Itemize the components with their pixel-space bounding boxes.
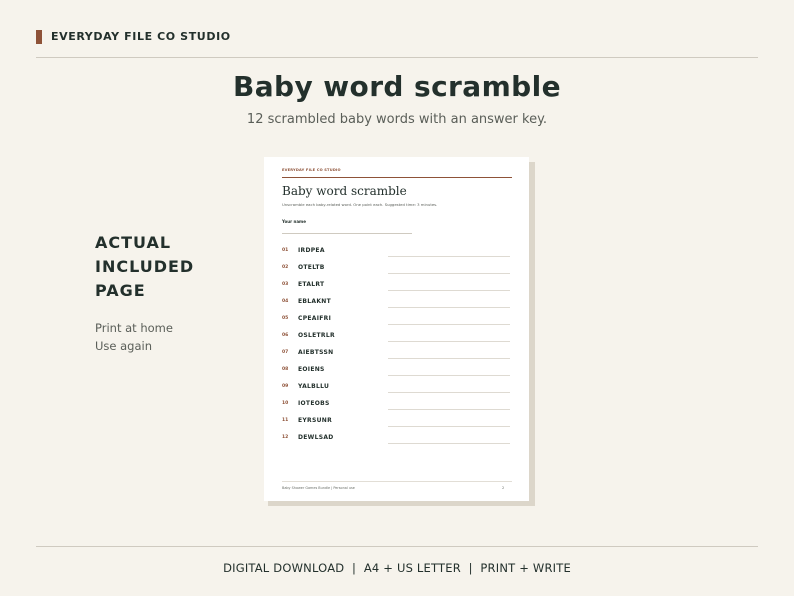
scrambled-word: AIEBTSSN (298, 349, 334, 356)
item-number: 01 (282, 248, 289, 253)
sheet-name-line (282, 233, 412, 234)
sheet-title: Baby word scramble (282, 184, 407, 198)
footer-divider (36, 546, 758, 547)
sheet-instructions: Unscramble each baby-related word. One p… (282, 202, 438, 207)
scrambled-word: DEWLSAD (298, 434, 334, 441)
answer-line (388, 375, 510, 376)
scrambled-word: OTELTB (298, 264, 325, 271)
answer-line (388, 307, 510, 308)
sheet-name-label: Your name (282, 219, 306, 224)
side-note: Print at home (95, 321, 173, 335)
scrambled-word: YALBLLU (298, 383, 330, 390)
brand-accent-bar (36, 30, 42, 44)
answer-line (388, 409, 510, 410)
side-heading-line: PAGE (95, 281, 146, 300)
scrambled-word: IRDPEA (298, 247, 325, 254)
answer-line (388, 426, 510, 427)
scramble-row: 05 CPEAIFRI (264, 314, 529, 331)
scramble-row: 01 IRDPEA (264, 246, 529, 263)
side-heading-line: INCLUDED (95, 257, 195, 276)
answer-line (388, 324, 510, 325)
item-number: 08 (282, 367, 289, 372)
format-footer: DIGITAL DOWNLOAD | A4 + US LETTER | PRIN… (223, 561, 571, 575)
scrambled-word: EYRSUNR (298, 417, 332, 424)
item-number: 10 (282, 401, 289, 406)
side-note: Use again (95, 339, 153, 353)
brand-name: EVERYDAY FILE CO STUDIO (51, 30, 231, 43)
item-number: 11 (282, 418, 289, 423)
scramble-row: 08 EOIENS (264, 365, 529, 382)
scrambled-word: OSLETRLR (298, 332, 335, 339)
answer-line (388, 392, 510, 393)
scramble-row: 06 OSLETRLR (264, 331, 529, 348)
sheet-footer: Baby Shower Games Bundle | Personal use (282, 486, 355, 490)
scrambled-word: EBLAKNT (298, 298, 332, 305)
scrambled-word: IOTEOBS (298, 400, 330, 407)
side-heading: ACTUAL INCLUDED PAGE (95, 231, 235, 303)
answer-line (388, 358, 510, 359)
scramble-row: 10 IOTEOBS (264, 399, 529, 416)
item-number: 07 (282, 350, 289, 355)
side-heading-line: ACTUAL (95, 233, 172, 252)
item-number: 04 (282, 299, 289, 304)
answer-line (388, 290, 510, 291)
sheet-brand: EVERYDAY FILE CO STUDIO (282, 168, 341, 172)
worksheet-preview: EVERYDAY FILE CO STUDIO Baby word scramb… (264, 157, 529, 501)
item-number: 09 (282, 384, 289, 389)
scramble-row: 12 DEWLSAD (264, 433, 529, 450)
page-title: Baby word scramble (233, 70, 561, 103)
scrambled-word: EOIENS (298, 366, 325, 373)
scramble-row: 07 AIEBTSSN (264, 348, 529, 365)
scrambled-word: CPEAIFRI (298, 315, 332, 322)
item-number: 03 (282, 282, 289, 287)
sheet-header-rule (282, 177, 512, 178)
item-number: 06 (282, 333, 289, 338)
item-number: 02 (282, 265, 289, 270)
header-divider (36, 57, 758, 58)
answer-line (388, 273, 510, 274)
item-number: 05 (282, 316, 289, 321)
scramble-row: 11 EYRSUNR (264, 416, 529, 433)
scramble-row: 03 ETALRT (264, 280, 529, 297)
sheet-footer-rule (282, 481, 512, 482)
scramble-row: 09 YALBLLU (264, 382, 529, 399)
page-subtitle: 12 scrambled baby words with an answer k… (246, 112, 548, 127)
answer-line (388, 256, 510, 257)
item-number: 12 (282, 435, 289, 440)
sheet-page-number: 2 (502, 486, 505, 490)
answer-line (388, 341, 510, 342)
answer-line (388, 443, 510, 444)
scramble-row: 02 OTELTB (264, 263, 529, 280)
scramble-row: 04 EBLAKNT (264, 297, 529, 314)
scrambled-word: ETALRT (298, 281, 325, 288)
